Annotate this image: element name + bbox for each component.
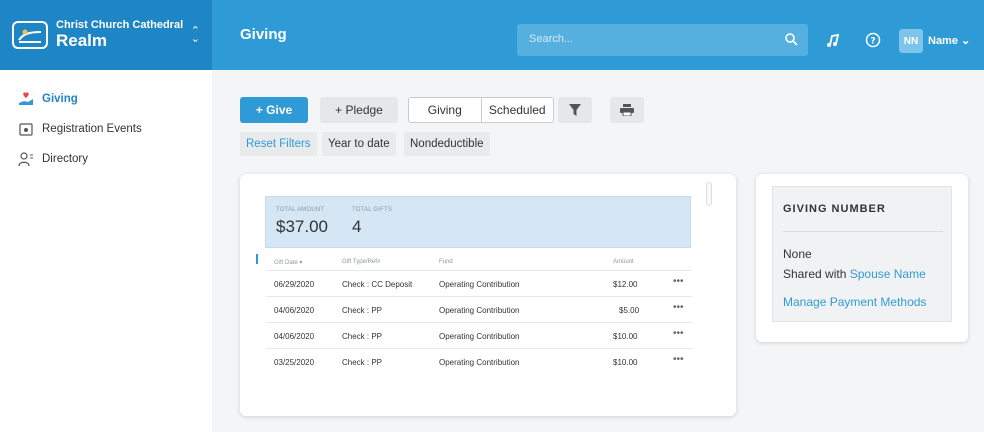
search-input[interactable]: Search... xyxy=(517,24,808,56)
table-focus-marker xyxy=(256,254,258,264)
giving-icon xyxy=(18,91,34,107)
filter-chip-nondeductible[interactable]: Nondeductible xyxy=(404,132,490,156)
music-note-icon[interactable] xyxy=(824,31,842,49)
user-name: Name xyxy=(928,35,958,47)
tab-giving[interactable]: Giving xyxy=(409,98,482,122)
sidebar-item-label: Registration Events xyxy=(42,123,142,135)
shared-with-text: Shared with Spouse Name xyxy=(783,267,926,281)
avatar[interactable]: NN xyxy=(899,29,923,53)
table-row[interactable]: 03/25/2020 Check : PP Operating Contribu… xyxy=(266,348,692,374)
row-menu-icon[interactable]: ••• xyxy=(673,276,684,287)
shared-with-label: Shared with xyxy=(783,267,847,281)
total-gifts-label: TOTAL GIFTS xyxy=(352,207,393,213)
table-row[interactable]: 04/06/2020 Check : PP Operating Contribu… xyxy=(266,296,692,322)
total-amount-label: TOTAL AMOUNT xyxy=(276,207,325,213)
pledge-button[interactable]: + Pledge xyxy=(320,97,398,123)
column-header-amount[interactable]: Amount xyxy=(613,259,634,265)
row-menu-icon[interactable]: ••• xyxy=(673,302,684,313)
switch-chevrons-icon: ⌃ ⌄ xyxy=(190,25,200,45)
user-menu[interactable]: Name ⌄ xyxy=(928,34,970,47)
directory-icon xyxy=(18,151,34,167)
gift-type: Check : PP xyxy=(342,358,383,367)
filter-chip-year[interactable]: Year to date xyxy=(322,132,396,156)
gift-fund: Operating Contribution xyxy=(439,306,520,315)
sidebar-item-label: Giving xyxy=(42,93,78,105)
svg-text:?: ? xyxy=(870,37,875,47)
print-button[interactable] xyxy=(610,97,644,123)
sidebar-item-giving[interactable]: Giving xyxy=(0,84,212,114)
realm-logo-icon xyxy=(12,21,48,49)
org-switcher[interactable]: Christ Church Cathedral Realm ⌃ ⌄ xyxy=(0,0,212,70)
registration-icon xyxy=(18,121,34,137)
scrollbar[interactable] xyxy=(706,182,712,206)
gift-amount: $5.00 xyxy=(619,306,640,315)
column-header-fund[interactable]: Fund xyxy=(439,259,453,265)
sidebar: Giving Registration Events Directory xyxy=(0,70,212,432)
search-placeholder: Search... xyxy=(529,33,574,45)
total-gifts-value: 4 xyxy=(352,217,362,236)
gift-amount: $12.00 xyxy=(613,280,638,289)
total-amount-value: $37.00 xyxy=(276,217,328,236)
gift-type: Check : CC Deposit xyxy=(342,280,413,289)
tab-scheduled[interactable]: Scheduled xyxy=(482,98,554,122)
giving-number-card: GIVING NUMBER None Shared with Spouse Na… xyxy=(756,174,968,342)
giving-number-panel: GIVING NUMBER None Shared with Spouse Na… xyxy=(772,186,952,322)
search-icon xyxy=(785,33,798,46)
chevron-down-icon: ⌄ xyxy=(961,35,971,47)
filter-button[interactable] xyxy=(558,97,592,123)
giving-summary: TOTAL AMOUNT $37.00 TOTAL GIFTS 4 xyxy=(265,196,691,248)
gift-amount: $10.00 xyxy=(613,332,638,341)
table-row[interactable]: 06/29/2020 Check : CC Deposit Operating … xyxy=(266,270,692,296)
print-icon xyxy=(620,104,634,116)
divider xyxy=(783,231,943,232)
sidebar-item-registration-events[interactable]: Registration Events xyxy=(0,114,212,144)
manage-payment-methods-link[interactable]: Manage Payment Methods xyxy=(783,295,926,309)
main-content: + Give + Pledge Giving Scheduled Reset F… xyxy=(212,70,984,432)
column-header-gift-type[interactable]: Gift Type/Ref# xyxy=(342,259,380,265)
giving-number-title: GIVING NUMBER xyxy=(783,203,886,215)
sidebar-item-directory[interactable]: Directory xyxy=(0,144,212,174)
gift-date: 06/29/2020 xyxy=(274,280,315,289)
gift-type: Check : PP xyxy=(342,332,383,341)
spouse-name-link[interactable]: Spouse Name xyxy=(850,267,926,281)
give-button[interactable]: + Give xyxy=(240,97,308,123)
help-icon[interactable]: ? xyxy=(864,31,882,49)
gift-date: 03/25/2020 xyxy=(274,358,315,367)
gift-fund: Operating Contribution xyxy=(439,332,520,341)
column-header-gift-date[interactable]: Gift Date ▾ xyxy=(274,259,302,266)
filter-icon xyxy=(569,104,581,116)
giving-view-toggle: Giving Scheduled xyxy=(408,97,554,123)
table-row[interactable]: 04/06/2020 Check : PP Operating Contribu… xyxy=(266,322,692,348)
gift-date: 04/06/2020 xyxy=(274,332,315,341)
gift-date: 04/06/2020 xyxy=(274,306,315,315)
gifts-card: TOTAL AMOUNT $37.00 TOTAL GIFTS 4 Gift D… xyxy=(240,174,736,416)
reset-filters-button[interactable]: Reset Filters xyxy=(240,132,317,156)
giving-number-value: None xyxy=(783,247,812,261)
gift-type: Check : PP xyxy=(342,306,383,315)
app-name: Realm xyxy=(56,30,108,50)
top-bar: Christ Church Cathedral Realm ⌃ ⌄ Giving … xyxy=(0,0,984,70)
sidebar-item-label: Directory xyxy=(42,153,89,165)
gift-amount: $10.00 xyxy=(613,358,638,367)
gift-fund: Operating Contribution xyxy=(439,280,520,289)
gift-fund: Operating Contribution xyxy=(439,358,520,367)
page-title: Giving xyxy=(240,26,287,43)
row-menu-icon[interactable]: ••• xyxy=(673,354,684,365)
row-menu-icon[interactable]: ••• xyxy=(673,328,684,339)
